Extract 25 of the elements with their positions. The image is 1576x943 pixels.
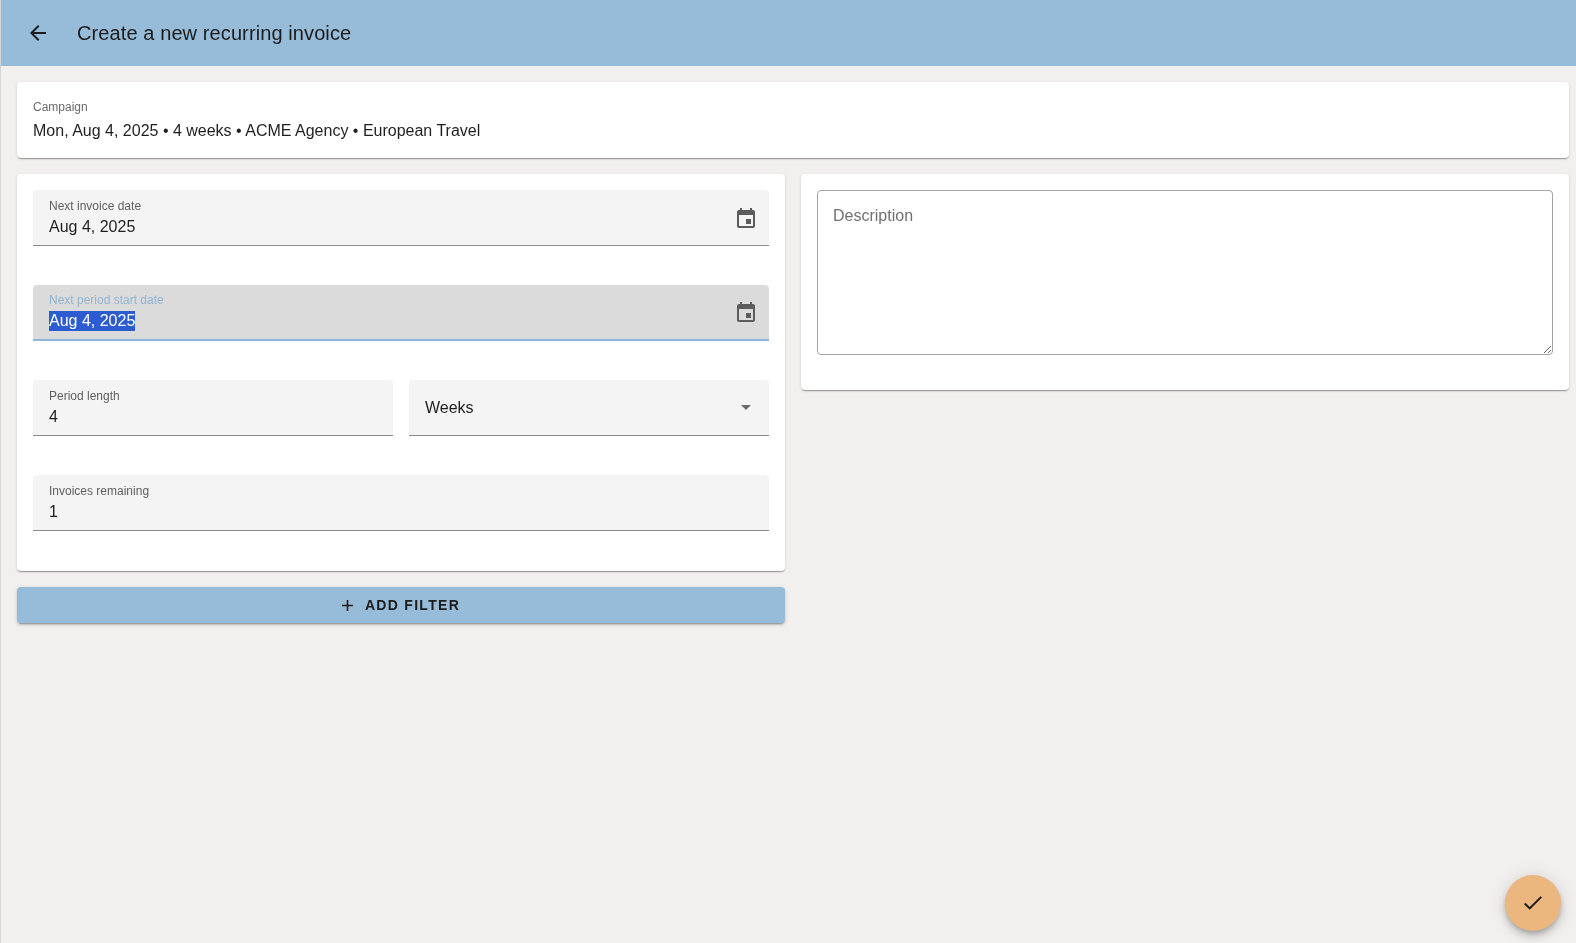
calendar-icon[interactable] — [737, 207, 755, 228]
number-field[interactable]: Invoices remaining 1 — [33, 475, 769, 531]
arrow-left-icon — [30, 25, 46, 41]
field-value: 4 — [49, 406, 58, 427]
field-value: Weeks — [425, 397, 474, 418]
field-label: Next invoice date — [49, 198, 142, 214]
calendar-icon[interactable] — [737, 302, 755, 322]
date-field[interactable]: Next period start date Aug 4, 2025 — [33, 285, 769, 341]
page-title: Create a new recurring invoice — [77, 21, 352, 45]
plus-icon — [341, 599, 353, 611]
select-field[interactable]: Weeks — [409, 380, 769, 436]
field-value: Aug 4, 2025 — [49, 311, 136, 331]
field-label: Period length — [49, 388, 120, 404]
campaign-summary: Mon, Aug 4, 2025 • 4 weeks • ACME Agency • European Travel — [33, 121, 481, 141]
field-label: Next period start date — [49, 293, 164, 308]
field-value: Aug 4, 2025 — [49, 216, 136, 237]
check-icon — [1524, 896, 1542, 910]
field-label: Invoices remaining — [49, 483, 150, 499]
date-field[interactable]: Next invoice date Aug 4, 2025 — [33, 190, 769, 246]
campaign-label: Campaign — [33, 99, 88, 115]
description-field[interactable]: Description — [817, 190, 1553, 355]
caret-down-icon — [741, 405, 751, 410]
field-value: 1 — [49, 501, 58, 522]
number-field[interactable]: Period length 4 — [33, 380, 393, 436]
add-filter-button[interactable]: ADD FILTER — [17, 587, 785, 623]
